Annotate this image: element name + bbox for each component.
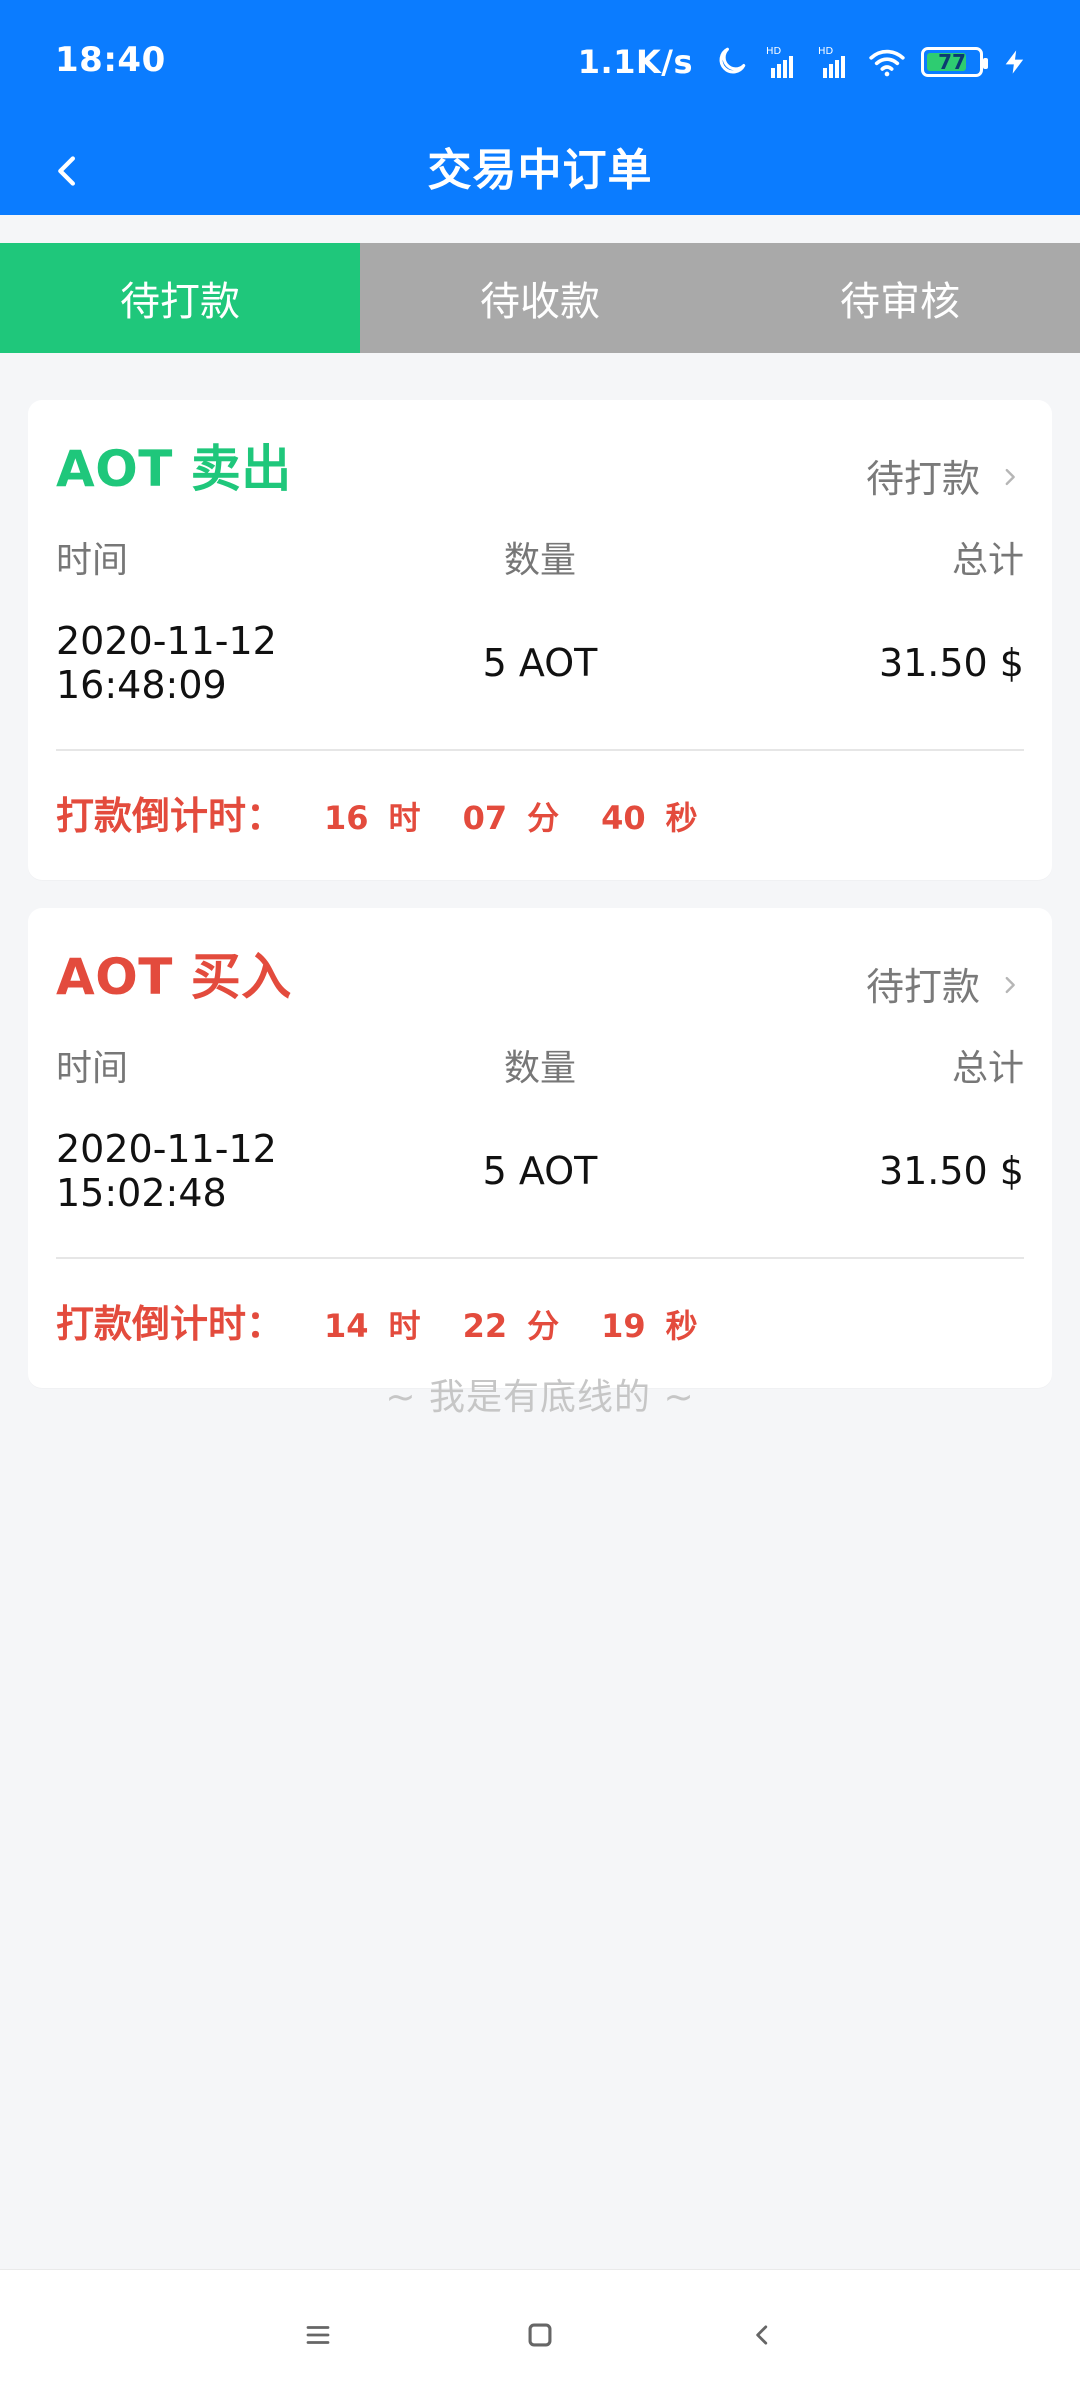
moon-icon	[711, 42, 751, 82]
svg-text:HD: HD	[818, 46, 834, 57]
end-of-list-text: ~ 我是有底线的 ~	[385, 1377, 695, 1418]
countdown-minutes: 07	[462, 799, 508, 837]
order-status[interactable]: 待打款	[866, 950, 1024, 1011]
label-quantity: 数量	[503, 540, 576, 581]
order-card[interactable]: AOT 卖出 待打款 时间 数量 总计 2020-11-12 16:48:09 …	[28, 400, 1052, 880]
status-right: 1.1K/s HD HD 77	[578, 38, 1035, 86]
chevron-right-icon	[996, 463, 1024, 491]
countdown-minutes-unit: 分	[527, 799, 560, 837]
top-bar: 18:40 1.1K/s HD HD 77 交易中订单	[0, 0, 1080, 215]
tab-pending-review[interactable]: 待审核	[720, 243, 1080, 353]
back-icon	[749, 2318, 775, 2356]
order-status[interactable]: 待打款	[866, 442, 1024, 503]
home-button[interactable]	[500, 2302, 580, 2372]
countdown-seconds: 19	[601, 1307, 646, 1345]
countdown-minutes-unit: 分	[527, 1307, 560, 1345]
menu-icon	[301, 2320, 335, 2354]
countdown-label: 打款倒计时：	[56, 1302, 285, 1346]
app-root: 18:40 1.1K/s HD HD 77 交易中订单 待打款 待收款 待审核 …	[0, 0, 1080, 2400]
menu-button[interactable]	[278, 2302, 358, 2372]
charging-bolt-icon	[995, 42, 1035, 82]
countdown-label: 打款倒计时：	[56, 794, 285, 838]
countdown-hours-unit: 时	[388, 799, 421, 837]
network-speed: 1.1K/s	[577, 43, 693, 81]
label-total: 总计	[951, 540, 1024, 581]
value-quantity: 5 AOT	[482, 641, 598, 685]
order-title: AOT 卖出	[56, 440, 292, 498]
order-fields: 时间 数量 总计 2020-11-12 15:02:48 5 AOT 31.50…	[56, 1039, 1024, 1243]
signal-hd-icon: HD	[815, 42, 855, 82]
value-total: 31.50 $	[878, 1149, 1024, 1193]
chevron-right-icon	[996, 971, 1024, 999]
value-time: 2020-11-12 16:48:09	[56, 619, 277, 707]
status-bar: 18:40 1.1K/s HD HD 77	[0, 0, 1080, 125]
page-header: 交易中订单	[0, 120, 1080, 215]
signal-hd-icon: HD	[763, 42, 803, 82]
tab-pending-payment[interactable]: 待打款	[0, 243, 360, 353]
home-icon	[523, 2318, 557, 2356]
countdown-seconds-unit: 秒	[665, 1307, 698, 1345]
wifi-icon	[867, 42, 907, 82]
divider	[56, 1257, 1024, 1259]
battery-icon: 77	[921, 47, 988, 77]
status-time: 18:40	[55, 40, 166, 80]
page-title: 交易中订单	[427, 145, 653, 196]
order-card-top: AOT 买入 待打款	[56, 950, 1024, 1011]
countdown-minutes: 22	[462, 1307, 508, 1345]
payment-countdown: 打款倒计时： 14 时 22 分 19 秒	[56, 1293, 1024, 1348]
label-quantity: 数量	[503, 1048, 576, 1089]
countdown-hours-unit: 时	[388, 1307, 421, 1345]
label-total: 总计	[951, 1048, 1024, 1089]
label-time: 时间	[56, 1048, 129, 1089]
order-tabs: 待打款 待收款 待审核	[0, 243, 1080, 353]
svg-text:HD: HD	[766, 46, 782, 57]
divider	[56, 749, 1024, 751]
tab-pending-receipt[interactable]: 待收款	[360, 243, 720, 353]
label-time: 时间	[56, 540, 129, 581]
value-total: 31.50 $	[878, 641, 1024, 685]
value-quantity: 5 AOT	[482, 1149, 598, 1193]
countdown-hours: 16	[324, 799, 369, 837]
order-title: AOT 买入	[56, 948, 292, 1006]
payment-countdown: 打款倒计时： 16 时 07 分 40 秒	[56, 785, 1024, 840]
back-nav-button[interactable]	[722, 2302, 802, 2372]
order-card-top: AOT 卖出 待打款	[56, 442, 1024, 503]
countdown-seconds-unit: 秒	[665, 799, 698, 837]
order-status-text: 待打款	[865, 965, 980, 1009]
order-status-text: 待打款	[865, 457, 980, 501]
countdown-seconds: 40	[601, 799, 646, 837]
value-time: 2020-11-12 15:02:48	[56, 1127, 277, 1215]
battery-text: 77	[938, 50, 966, 74]
order-fields: 时间 数量 总计 2020-11-12 16:48:09 5 AOT 31.50…	[56, 531, 1024, 735]
system-navigation-bar	[0, 2269, 1080, 2400]
countdown-hours: 14	[324, 1307, 369, 1345]
order-card[interactable]: AOT 买入 待打款 时间 数量 总计 2020-11-12 15:02:48 …	[28, 908, 1052, 1388]
orders-list: AOT 卖出 待打款 时间 数量 总计 2020-11-12 16:48:09 …	[28, 400, 1052, 1416]
